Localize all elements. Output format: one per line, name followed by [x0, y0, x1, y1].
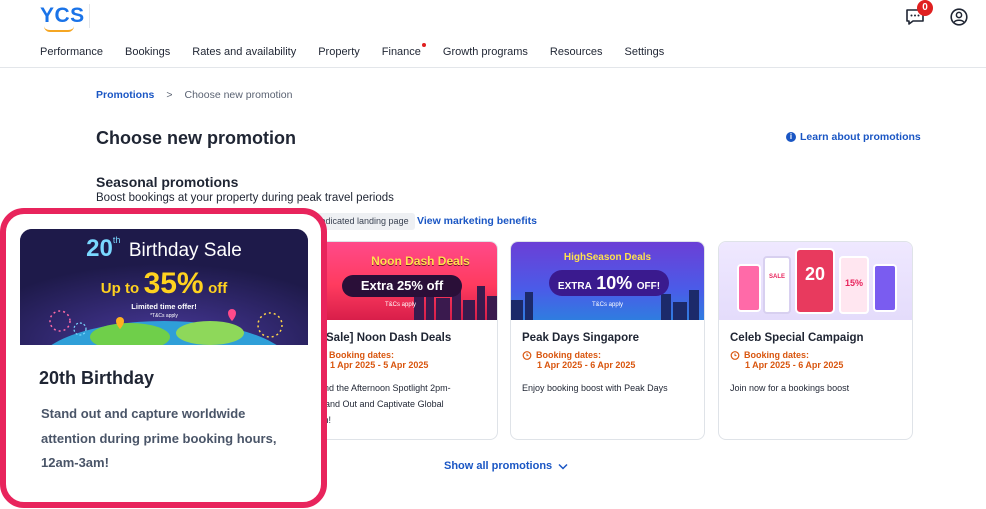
- logo-divider: [89, 4, 90, 28]
- nav-performance[interactable]: Performance: [40, 46, 103, 58]
- promo-card-celeb-special[interactable]: SALE 20 15% Celeb Special Campaign Booki…: [718, 241, 913, 440]
- phone-mockup-mid-right: 15%: [839, 256, 869, 314]
- messages-badge: 0: [917, 0, 933, 16]
- alarm-clock-icon: [730, 351, 740, 360]
- booking-dates-label: Booking dates:: [315, 350, 486, 360]
- phone-mockup-right: [873, 264, 897, 312]
- phone-tag: SALE: [768, 274, 785, 280]
- nav-property[interactable]: Property: [318, 46, 360, 58]
- section-subtitle: Boost bookings at your property during p…: [96, 192, 394, 204]
- card-title: Peak Days Singapore: [522, 332, 639, 344]
- ycs-logo[interactable]: YCS: [40, 4, 85, 28]
- card-desc-line: Enjoy booking boost with Peak Days: [522, 383, 668, 393]
- birthday-tcs: *T&Cs apply: [150, 313, 178, 319]
- peak-days-offer-suffix: OFF!: [636, 281, 661, 292]
- logo-smile-icon: [44, 26, 74, 32]
- breadcrumb-promotions[interactable]: Promotions: [96, 89, 154, 101]
- noon-dash-offer: Extra 25% off: [360, 278, 444, 293]
- nav-rates-availability[interactable]: Rates and availability: [192, 46, 296, 58]
- card-title: Celeb Special Campaign: [730, 332, 864, 344]
- birthday-suffix: th: [112, 235, 121, 245]
- booking-dates-label: Booking dates:: [730, 350, 901, 360]
- phone-big-number: 20: [804, 264, 826, 284]
- booking-dates-text: Booking dates:: [744, 350, 810, 360]
- peak-days-offer-prefix: EXTRA: [557, 281, 592, 292]
- peak-days-offer: 10%: [596, 273, 633, 293]
- birthday-sale-banner: 20th Birthday Sale Up to 35% off Limited…: [20, 229, 308, 345]
- promo-card-peak-days[interactable]: HighSeason Deals EXTRA 10% OFF! T&Cs app…: [510, 241, 705, 440]
- promo-card-noon-dash[interactable]: Noon Dash Deals Extra 25% off T&Cs apply…: [303, 241, 498, 440]
- phone-mockup-center: 20: [795, 248, 835, 314]
- card-desc-line: m! Stand Out and Captivate Global: [304, 399, 444, 409]
- nav-finance[interactable]: Finance: [381, 43, 426, 58]
- birthday-number: 20: [86, 235, 113, 262]
- celeb-special-banner: SALE 20 15%: [719, 242, 912, 320]
- booking-dates-label: Booking dates:: [522, 350, 693, 360]
- booking-dates-text: Booking dates:: [536, 350, 602, 360]
- account-icon[interactable]: [950, 8, 968, 26]
- peak-days-tcs: T&Cs apply: [591, 302, 623, 308]
- peak-days-offer-pill: EXTRA 10% OFF!: [549, 270, 669, 296]
- card-title: ash Sale] Noon Dash Deals: [303, 332, 452, 344]
- card-description: mmand the Afternoon Spotlight 2pm- m! St…: [304, 380, 486, 428]
- info-icon: i: [786, 132, 796, 142]
- learn-link-label: Learn about promotions: [800, 131, 921, 143]
- peak-days-headline: HighSeason Deals: [563, 252, 652, 263]
- highlight-title: 20th Birthday: [39, 368, 155, 388]
- nav-growth-programs[interactable]: Growth programs: [443, 46, 528, 58]
- chevron-down-icon: [558, 463, 568, 470]
- birthday-limited: Limited time offer!: [131, 302, 197, 311]
- offer-percent: 35%: [143, 267, 204, 300]
- phone-percent: 15%: [844, 278, 863, 288]
- card-description: Join now for a bookings boost: [730, 380, 901, 396]
- top-bar: YCS 0 Performance Bookings Rates and ava…: [0, 0, 986, 68]
- breadcrumb: Promotions > Choose new promotion: [96, 89, 292, 101]
- page-title: Choose new promotion: [96, 128, 296, 148]
- booking-dates-value: 1 Apr 2025 - 6 Apr 2025: [745, 360, 844, 370]
- nav-finance-label: Finance: [381, 46, 421, 58]
- show-all-label: Show all promotions: [444, 460, 553, 472]
- booking-dates-text: Booking dates:: [329, 350, 395, 360]
- noon-dash-headline: Noon Dash Deals: [371, 254, 470, 268]
- highlight-description: Stand out and capture worldwide attentio…: [41, 406, 277, 470]
- alarm-clock-icon: [522, 351, 532, 360]
- noon-dash-offer-pill: Extra 25% off: [342, 275, 462, 297]
- booking-dates-value: 1 Apr 2025 - 6 Apr 2025: [537, 360, 636, 370]
- breadcrumb-separator: >: [166, 89, 173, 101]
- offer-off: off: [208, 280, 228, 297]
- nav-resources[interactable]: Resources: [550, 46, 603, 58]
- section-title: Seasonal promotions: [96, 174, 239, 190]
- birthday-headline: 20th Birthday Sale: [20, 235, 308, 263]
- nav-bookings[interactable]: Bookings: [125, 46, 170, 58]
- offer-upto: Up to: [100, 280, 140, 297]
- noon-dash-tcs: T&Cs apply: [384, 302, 416, 308]
- card-desc-line: mmand the Afternoon Spotlight 2pm-: [304, 383, 451, 393]
- learn-about-promotions-link[interactable]: i Learn about promotions: [786, 131, 921, 143]
- peak-days-banner: HighSeason Deals EXTRA 10% OFF! T&Cs app…: [511, 242, 704, 320]
- birthday-offer: Up to 35% off: [20, 267, 308, 301]
- promo-card-20th-birthday-highlight[interactable]: 20th Birthday Sale Up to 35% off Limited…: [0, 208, 327, 508]
- view-marketing-benefits-link[interactable]: View marketing benefits: [417, 215, 537, 227]
- card-desc-line: Join now for a bookings boost: [730, 383, 850, 393]
- card-description: Enjoy booking boost with Peak Days: [522, 380, 693, 396]
- birthday-sale-text: Birthday Sale: [128, 240, 242, 261]
- finance-notification-dot: [421, 43, 426, 47]
- show-all-promotions-button[interactable]: Show all promotions: [444, 460, 568, 472]
- card-desc-line: ention!: [304, 412, 486, 428]
- phone-mockup-left: [737, 264, 761, 312]
- booking-dates-value: 1 Apr 2025 - 5 Apr 2025: [330, 360, 429, 370]
- nav-settings[interactable]: Settings: [624, 46, 664, 58]
- main-nav: Performance Bookings Rates and availabil…: [40, 43, 686, 58]
- breadcrumb-current: Choose new promotion: [184, 89, 293, 101]
- phone-mockup-mid-left: SALE: [763, 256, 791, 314]
- noon-dash-banner: Noon Dash Deals Extra 25% off T&Cs apply: [304, 242, 497, 320]
